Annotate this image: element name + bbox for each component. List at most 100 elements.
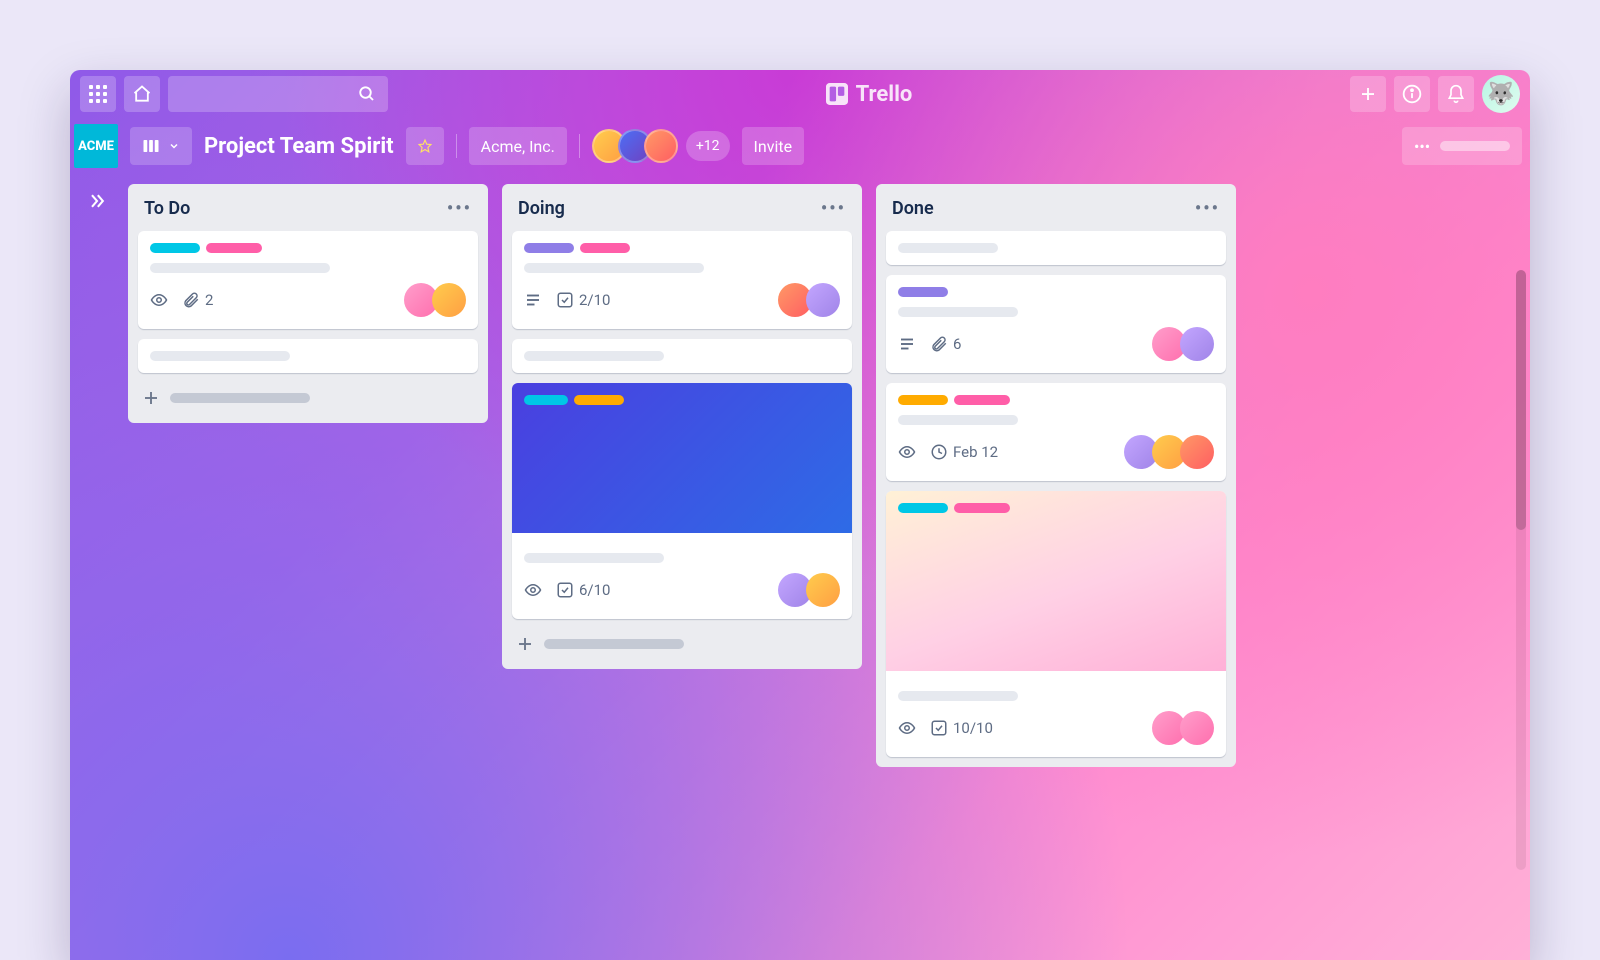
checklist-badge: 2/10 <box>556 291 610 309</box>
plus-icon <box>516 635 534 653</box>
avatar <box>806 283 840 317</box>
board-icon <box>142 137 160 155</box>
card-cover <box>512 383 852 533</box>
eye-icon <box>150 291 168 309</box>
star-button[interactable] <box>406 127 444 165</box>
member-avatars[interactable] <box>592 129 678 163</box>
label-yellow <box>898 395 948 405</box>
check-square-icon <box>930 719 948 737</box>
description-badge <box>898 335 916 353</box>
check-square-icon <box>556 581 574 599</box>
watch-badge <box>898 443 916 461</box>
add-card-button[interactable] <box>138 383 478 413</box>
star-icon <box>418 137 432 155</box>
eye-icon <box>898 719 916 737</box>
watch-badge <box>524 581 542 599</box>
scrollbar[interactable] <box>1516 270 1526 870</box>
card-title-placeholder <box>898 415 1018 425</box>
workspace-badge[interactable]: ACME <box>74 124 118 168</box>
list-doing: Doing ••• 2/10 <box>502 184 862 669</box>
bell-icon <box>1446 84 1466 104</box>
card-title-placeholder <box>524 263 704 273</box>
account-avatar[interactable]: 🐺 <box>1482 75 1520 113</box>
list-done: Done ••• 6 <box>876 184 1236 767</box>
avatar <box>1180 711 1214 745</box>
checklist-badge: 10/10 <box>930 719 993 737</box>
card-title-placeholder <box>524 553 664 563</box>
label-cyan <box>150 243 200 253</box>
label-pink <box>206 243 262 253</box>
board-title[interactable]: Project Team Spirit <box>204 134 394 159</box>
avatar <box>806 573 840 607</box>
watch-badge <box>150 291 168 309</box>
list-menu-button[interactable]: ••• <box>821 198 846 219</box>
card[interactable] <box>886 231 1226 265</box>
notifications-button[interactable] <box>1438 76 1474 112</box>
eye-icon <box>898 443 916 461</box>
board-area: To Do ••• 2 <box>70 174 1530 960</box>
search-input[interactable] <box>168 76 388 112</box>
card[interactable]: 10/10 <box>886 491 1226 757</box>
chevron-down-icon <box>168 140 180 152</box>
ellipsis-icon: ••• <box>1414 137 1430 156</box>
board-switcher[interactable] <box>130 127 192 165</box>
app-window: Trello 🐺 ACME Project Team Spirit Acme, … <box>70 70 1530 960</box>
card[interactable]: 6/10 <box>512 383 852 619</box>
avatar <box>432 283 466 317</box>
watch-badge <box>898 719 916 737</box>
invite-button[interactable]: Invite <box>742 127 805 165</box>
description-icon <box>898 335 916 353</box>
card-title-placeholder <box>150 263 330 273</box>
due-badge: Feb 12 <box>930 443 998 461</box>
add-card-button[interactable] <box>512 629 852 659</box>
label-pink <box>580 243 630 253</box>
search-icon <box>358 85 376 103</box>
plus-icon <box>142 389 160 407</box>
card[interactable] <box>512 339 852 373</box>
check-square-icon <box>556 291 574 309</box>
extra-members-count[interactable]: +12 <box>686 131 730 161</box>
chevron-double-right-icon <box>87 191 107 211</box>
list-todo: To Do ••• 2 <box>128 184 488 423</box>
card[interactable]: 2/10 <box>512 231 852 329</box>
boardbar: ACME Project Team Spirit Acme, Inc. +12 … <box>70 118 1530 174</box>
card[interactable] <box>138 339 478 373</box>
info-icon <box>1402 84 1422 104</box>
list-title[interactable]: To Do <box>144 198 190 219</box>
scrollbar-thumb[interactable] <box>1516 270 1526 530</box>
trello-logo-icon <box>826 83 848 105</box>
avatar <box>1180 435 1214 469</box>
card-title-placeholder <box>524 351 664 361</box>
list-menu-button[interactable]: ••• <box>1195 198 1220 219</box>
divider <box>579 134 580 158</box>
clock-icon <box>930 443 948 461</box>
divider <box>456 134 457 158</box>
list-menu-button[interactable]: ••• <box>447 198 472 219</box>
attachment-badge: 2 <box>182 291 213 309</box>
card-cover <box>886 491 1226 671</box>
label-pink <box>954 503 1010 513</box>
list-title[interactable]: Done <box>892 198 934 219</box>
list-title[interactable]: Doing <box>518 198 565 219</box>
sidebar-expand[interactable] <box>80 184 114 218</box>
brand-label: Trello <box>856 82 913 107</box>
card[interactable]: 6 <box>886 275 1226 373</box>
info-button[interactable] <box>1394 76 1430 112</box>
home-icon[interactable] <box>124 76 160 112</box>
board-menu-button[interactable]: ••• <box>1402 127 1522 165</box>
checklist-badge: 6/10 <box>556 581 610 599</box>
label-purple <box>898 287 948 297</box>
org-chip[interactable]: Acme, Inc. <box>469 127 567 165</box>
paperclip-icon <box>930 335 948 353</box>
avatar <box>644 129 678 163</box>
paperclip-icon <box>182 291 200 309</box>
label-cyan <box>524 395 568 405</box>
card[interactable]: 2 <box>138 231 478 329</box>
card-title-placeholder <box>898 243 998 253</box>
create-button[interactable] <box>1350 76 1386 112</box>
card[interactable]: Feb 12 <box>886 383 1226 481</box>
label-cyan <box>898 503 948 513</box>
apps-icon[interactable] <box>80 76 116 112</box>
label-pink <box>954 395 1010 405</box>
topbar: Trello 🐺 <box>70 70 1530 118</box>
